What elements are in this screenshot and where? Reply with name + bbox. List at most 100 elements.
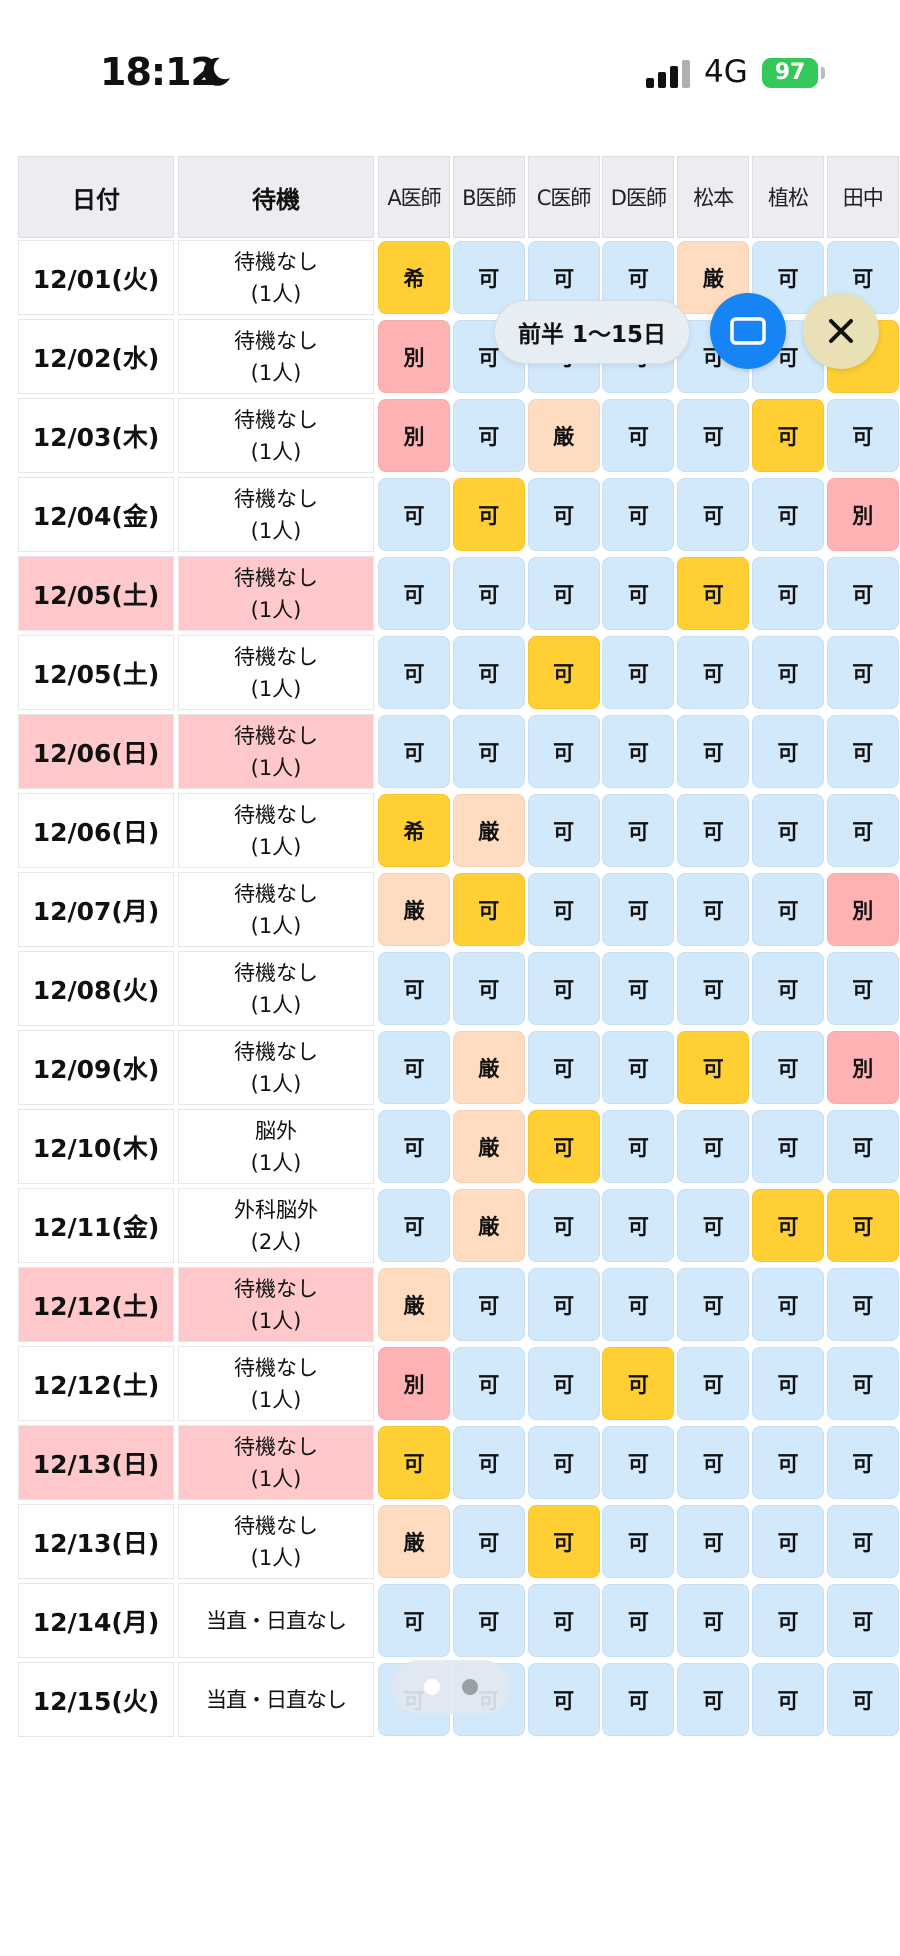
availability-cell[interactable]: 可 (826, 557, 899, 630)
availability-cell[interactable]: 別 (826, 478, 899, 551)
availability-cell[interactable]: 希 (378, 794, 450, 867)
availability-cell[interactable]: 可 (452, 636, 525, 709)
availability-cell[interactable]: 可 (378, 1189, 450, 1262)
page-indicator[interactable] (392, 1660, 510, 1714)
availability-cell[interactable]: 可 (527, 557, 600, 630)
availability-cell[interactable]: 可 (826, 1268, 899, 1341)
availability-cell[interactable]: 可 (527, 794, 600, 867)
availability-cell[interactable]: 可 (452, 952, 525, 1025)
availability-cell[interactable]: 可 (752, 715, 824, 788)
availability-cell[interactable]: 可 (826, 1189, 899, 1262)
page-dot-2[interactable] (462, 1679, 478, 1695)
availability-cell[interactable]: 可 (826, 1584, 899, 1657)
availability-cell[interactable]: 可 (677, 1347, 750, 1420)
availability-cell[interactable]: 厳 (452, 794, 525, 867)
availability-cell[interactable]: 厳 (378, 873, 450, 946)
availability-cell[interactable]: 可 (602, 952, 675, 1025)
availability-cell[interactable]: 可 (452, 1347, 525, 1420)
availability-cell[interactable]: 可 (602, 1505, 675, 1578)
availability-cell[interactable]: 可 (752, 1189, 824, 1262)
availability-cell[interactable]: 可 (602, 1584, 675, 1657)
availability-cell[interactable]: 可 (752, 1268, 824, 1341)
availability-cell[interactable]: 可 (527, 478, 600, 551)
availability-cell[interactable]: 可 (602, 794, 675, 867)
availability-cell[interactable]: 可 (752, 794, 824, 867)
header-doctor-4[interactable]: D医師 (602, 156, 675, 238)
availability-cell[interactable]: 可 (527, 952, 600, 1025)
availability-cell[interactable]: 希 (378, 241, 450, 314)
availability-cell[interactable]: 可 (602, 1347, 675, 1420)
availability-cell[interactable]: 可 (826, 794, 899, 867)
availability-cell[interactable]: 可 (752, 873, 824, 946)
close-button[interactable] (803, 293, 879, 369)
availability-cell[interactable]: 可 (826, 399, 899, 472)
availability-cell[interactable]: 可 (378, 478, 450, 551)
availability-cell[interactable]: 可 (378, 1031, 450, 1104)
availability-cell[interactable]: 可 (452, 1268, 525, 1341)
header-doctor-1[interactable]: A医師 (378, 156, 450, 238)
availability-cell[interactable]: 可 (452, 1426, 525, 1499)
availability-cell[interactable]: 別 (378, 399, 450, 472)
availability-cell[interactable]: 可 (826, 1663, 899, 1736)
availability-cell[interactable]: 可 (826, 1505, 899, 1578)
availability-cell[interactable]: 可 (527, 1031, 600, 1104)
availability-cell[interactable]: 可 (602, 557, 675, 630)
period-label-pill[interactable]: 前半 1〜15日 (494, 300, 690, 364)
availability-cell[interactable]: 可 (677, 1268, 750, 1341)
availability-cell[interactable]: 可 (677, 1189, 750, 1262)
availability-cell[interactable]: 可 (602, 1031, 675, 1104)
availability-cell[interactable]: 可 (752, 1110, 824, 1183)
availability-cell[interactable]: 可 (452, 873, 525, 946)
availability-cell[interactable]: 可 (452, 399, 525, 472)
availability-cell[interactable]: 可 (752, 1426, 824, 1499)
availability-cell[interactable]: 可 (527, 1268, 600, 1341)
availability-cell[interactable]: 可 (602, 399, 675, 472)
availability-cell[interactable]: 可 (752, 1347, 824, 1420)
availability-cell[interactable]: 可 (527, 715, 600, 788)
availability-cell[interactable]: 可 (527, 1505, 600, 1578)
availability-cell[interactable]: 可 (826, 1110, 899, 1183)
availability-cell[interactable]: 可 (677, 952, 750, 1025)
availability-cell[interactable]: 可 (752, 1505, 824, 1578)
screen-mirror-button[interactable] (710, 293, 786, 369)
availability-cell[interactable]: 厳 (452, 1031, 525, 1104)
availability-cell[interactable]: 可 (677, 1110, 750, 1183)
availability-cell[interactable]: 可 (452, 1505, 525, 1578)
availability-cell[interactable]: 可 (452, 1584, 525, 1657)
availability-cell[interactable]: 厳 (452, 1189, 525, 1262)
availability-cell[interactable]: 可 (527, 1347, 600, 1420)
availability-cell[interactable]: 可 (826, 636, 899, 709)
availability-cell[interactable]: 可 (452, 557, 525, 630)
availability-cell[interactable]: 可 (378, 557, 450, 630)
page-dot-1[interactable] (424, 1679, 440, 1695)
availability-cell[interactable]: 可 (452, 715, 525, 788)
availability-cell[interactable]: 可 (826, 1347, 899, 1420)
availability-cell[interactable]: 可 (527, 1584, 600, 1657)
availability-cell[interactable]: 可 (602, 636, 675, 709)
availability-cell[interactable]: 可 (752, 399, 824, 472)
header-doctor-7[interactable]: 田中 (826, 156, 899, 238)
availability-cell[interactable]: 厳 (378, 1505, 450, 1578)
availability-cell[interactable]: 可 (602, 1426, 675, 1499)
availability-cell[interactable]: 可 (752, 1584, 824, 1657)
availability-cell[interactable]: 可 (677, 873, 750, 946)
availability-cell[interactable]: 可 (677, 399, 750, 472)
availability-cell[interactable]: 可 (527, 636, 600, 709)
header-doctor-2[interactable]: B医師 (452, 156, 525, 238)
availability-cell[interactable]: 可 (452, 478, 525, 551)
header-doctor-3[interactable]: C医師 (527, 156, 600, 238)
header-doctor-6[interactable]: 植松 (752, 156, 824, 238)
availability-cell[interactable]: 可 (677, 478, 750, 551)
availability-cell[interactable]: 可 (677, 715, 750, 788)
availability-cell[interactable]: 可 (752, 1031, 824, 1104)
availability-cell[interactable]: 可 (752, 478, 824, 551)
availability-cell[interactable]: 厳 (527, 399, 600, 472)
availability-cell[interactable]: 可 (527, 1426, 600, 1499)
availability-cell[interactable]: 可 (602, 1110, 675, 1183)
availability-cell[interactable]: 可 (602, 1189, 675, 1262)
availability-cell[interactable]: 可 (602, 1268, 675, 1341)
availability-cell[interactable]: 可 (752, 557, 824, 630)
availability-cell[interactable]: 可 (677, 557, 750, 630)
availability-cell[interactable]: 可 (602, 478, 675, 551)
availability-cell[interactable]: 可 (378, 1584, 450, 1657)
